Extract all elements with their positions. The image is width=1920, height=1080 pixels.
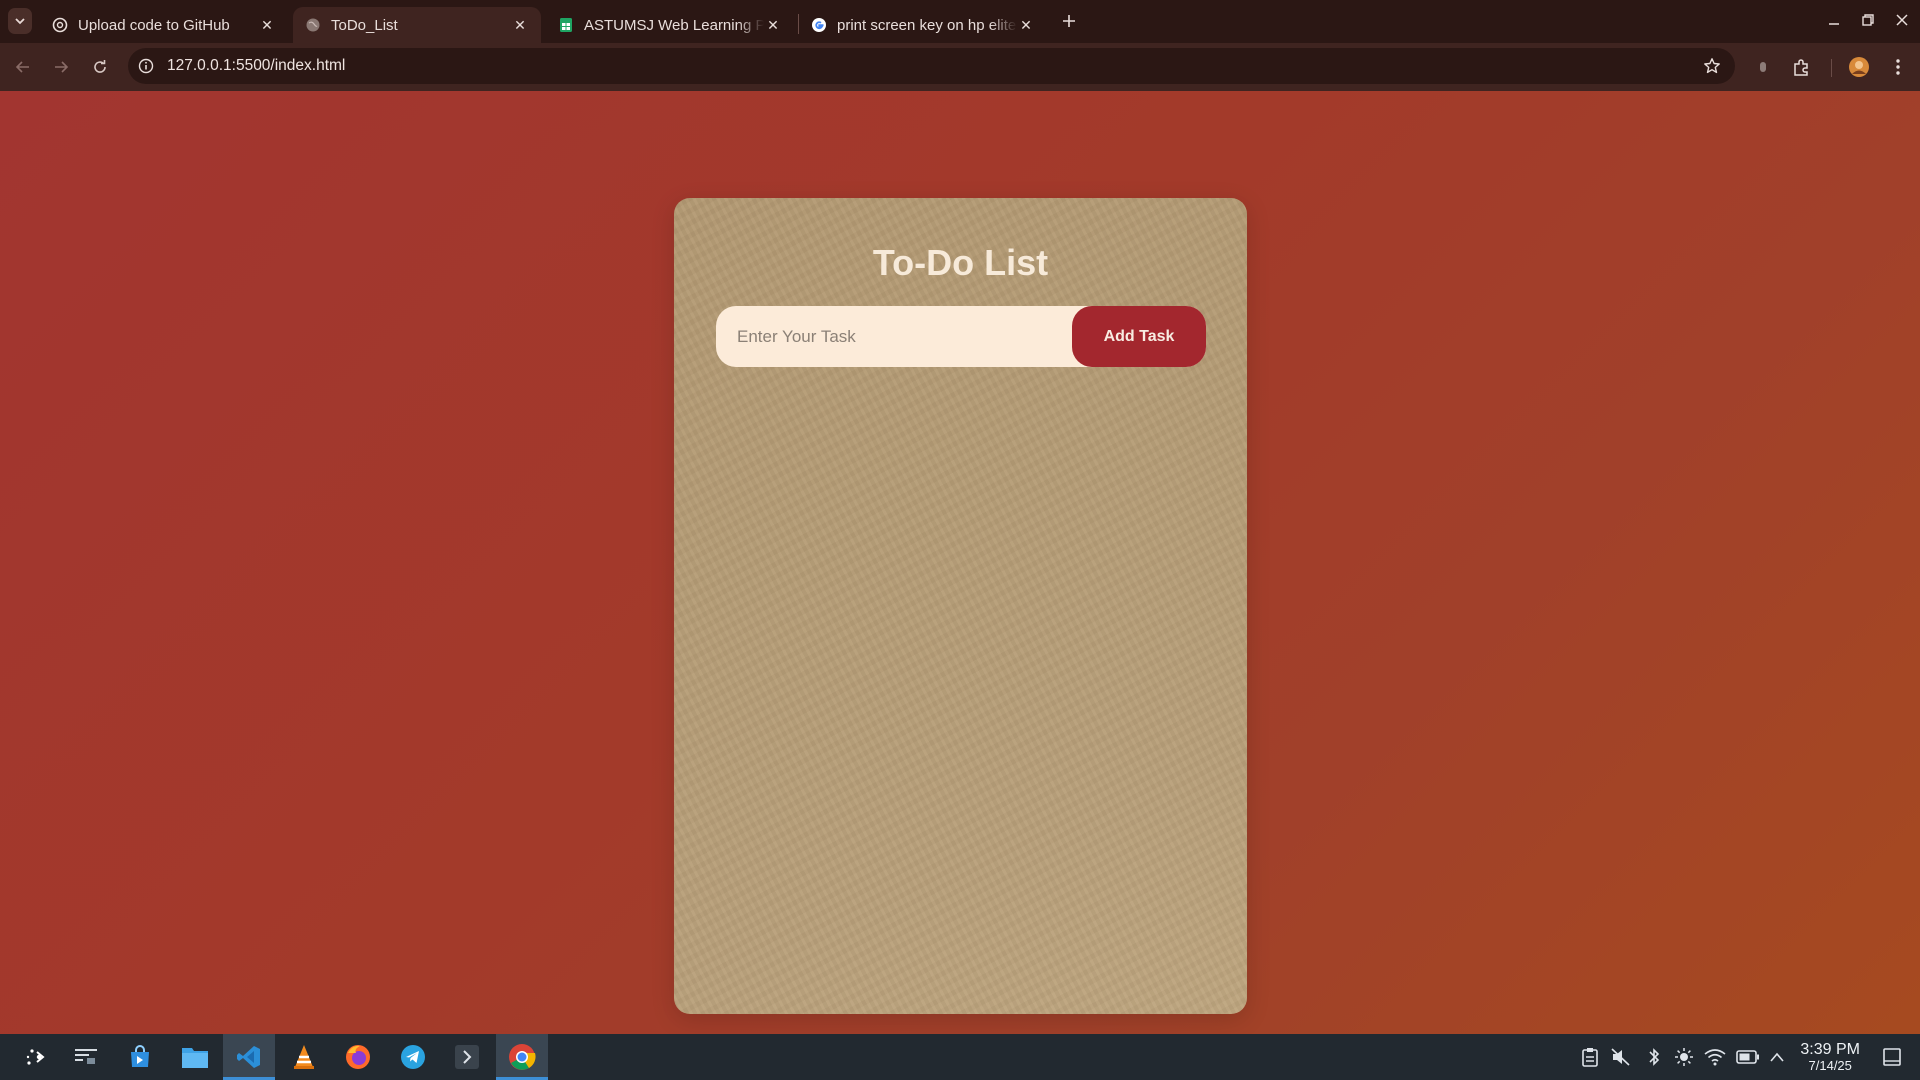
terminal-icon[interactable] [441, 1034, 493, 1080]
chrome-icon[interactable] [496, 1034, 548, 1080]
notifications-icon[interactable] [1882, 1047, 1902, 1067]
new-tab-button[interactable] [1058, 8, 1080, 34]
task-input-row: Add Task [716, 306, 1206, 367]
forward-button[interactable] [47, 53, 75, 81]
globe-icon [305, 17, 321, 33]
task-manager-icon[interactable] [60, 1034, 112, 1080]
tab-title: ASTUMSJ Web Learning Pat [584, 16, 764, 34]
toolbar-separator [1831, 59, 1832, 77]
arrow-left-icon [15, 61, 29, 73]
tab-strip: Upload code to GitHub ✕ ToDo_List ✕ ASTU… [0, 0, 1920, 43]
firefox-icon[interactable] [332, 1034, 384, 1080]
clipboard-icon[interactable] [1578, 1045, 1602, 1069]
launcher-icon[interactable] [10, 1034, 62, 1080]
clock-date: 7/14/25 [1808, 1058, 1852, 1073]
tab-upload-code[interactable]: Upload code to GitHub ✕ [40, 7, 288, 43]
close-icon[interactable]: ✕ [511, 16, 529, 34]
minimize-icon [1829, 23, 1839, 25]
openai-icon [52, 17, 68, 33]
bookmark-star-icon[interactable] [1701, 55, 1723, 77]
page-title: To-Do List [872, 242, 1049, 283]
files-icon[interactable] [169, 1034, 221, 1080]
google-icon [811, 17, 827, 33]
tab-title: Upload code to GitHub [78, 16, 230, 34]
arrow-right-icon [55, 61, 69, 73]
address-bar[interactable]: 127.0.0.1:5500/index.html [128, 48, 1735, 84]
chevron-down-icon [15, 18, 25, 25]
tray-expand-icon[interactable] [1765, 1045, 1789, 1069]
tab-astumsj[interactable]: ASTUMSJ Web Learning Pat ✕ [546, 7, 794, 43]
back-button[interactable] [9, 53, 37, 81]
vlc-icon[interactable] [278, 1034, 330, 1080]
brightness-icon[interactable] [1672, 1045, 1696, 1069]
add-task-button[interactable]: Add Task [1072, 306, 1206, 367]
clock-time: 3:39 PM [1800, 1041, 1860, 1058]
restore-button[interactable] [1856, 8, 1880, 32]
reload-icon [94, 60, 106, 73]
telegram-icon[interactable] [387, 1034, 439, 1080]
browser-toolbar: 127.0.0.1:5500/index.html [0, 43, 1920, 91]
close-icon [1896, 14, 1908, 26]
volume-muted-icon[interactable] [1609, 1045, 1633, 1069]
close-icon[interactable]: ✕ [764, 16, 782, 34]
close-icon[interactable]: ✕ [258, 16, 276, 34]
vscode-icon[interactable] [223, 1034, 275, 1080]
site-info-icon[interactable] [136, 56, 156, 76]
tab-print-screen[interactable]: print screen key on hp elite ✕ [799, 7, 1047, 43]
battery-icon[interactable] [1736, 1045, 1760, 1069]
store-icon[interactable] [114, 1034, 166, 1080]
task-input[interactable] [716, 306, 1076, 367]
todo-card: To-Do List Add Task [674, 198, 1247, 1014]
tab-title: print screen key on hp elite [837, 16, 1017, 34]
reload-button[interactable] [86, 53, 114, 81]
os-taskbar: 3:39 PM 7/14/25 [0, 1034, 1920, 1080]
minimize-button[interactable] [1822, 8, 1846, 32]
page-viewport: To-Do List Add Task [0, 91, 1920, 1034]
bluetooth-icon[interactable] [1642, 1045, 1666, 1069]
tab-todo-list[interactable]: ToDo_List ✕ [293, 7, 541, 43]
system-clock[interactable]: 3:39 PM 7/14/25 [1800, 1041, 1860, 1073]
sheets-icon [558, 17, 574, 33]
close-window-button[interactable] [1890, 8, 1914, 32]
plus-icon [1063, 15, 1075, 27]
close-icon[interactable]: ✕ [1017, 16, 1035, 34]
wifi-icon[interactable] [1703, 1045, 1727, 1069]
tab-title: ToDo_List [331, 16, 398, 34]
restore-icon [1862, 14, 1874, 26]
tab-search-button[interactable] [8, 8, 32, 34]
extension-icon[interactable] [1750, 54, 1776, 80]
extensions-puzzle-icon[interactable] [1789, 54, 1815, 80]
menu-kebab-icon[interactable] [1885, 54, 1911, 80]
profile-avatar[interactable] [1846, 54, 1872, 80]
url-text[interactable]: 127.0.0.1:5500/index.html [167, 57, 345, 75]
